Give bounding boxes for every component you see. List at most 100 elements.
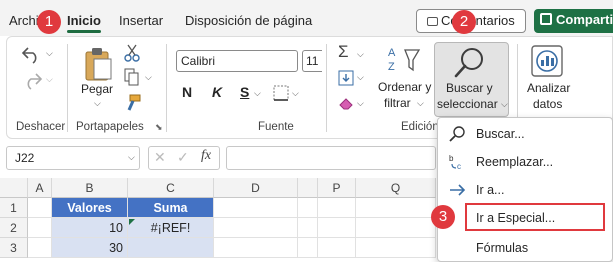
cell-a3[interactable]	[28, 238, 52, 258]
cell-d2[interactable]	[214, 218, 298, 238]
replace-icon: b c	[449, 154, 461, 171]
column-header-c[interactable]: C	[128, 178, 214, 198]
column-header-q[interactable]: Q	[356, 178, 436, 198]
analyze-data-label-line1[interactable]: Analizar	[527, 81, 570, 95]
column-header-p[interactable]: P	[318, 178, 356, 198]
svg-text:b: b	[449, 154, 454, 163]
fill-icon[interactable]	[338, 70, 354, 86]
autosum-dropdown-icon[interactable]: ⌵	[357, 49, 364, 60]
name-box[interactable]: J22	[6, 146, 140, 170]
menu-item-label: Fórmulas	[476, 241, 529, 255]
ribbon-separator	[67, 44, 68, 132]
menu-item-ir-a[interactable]: Ir a...	[438, 176, 613, 204]
formula-input[interactable]	[226, 146, 436, 170]
font-group-label: Fuente	[258, 121, 294, 133]
menu-item-reemplazar[interactable]: b c Reemplazar...	[438, 148, 613, 176]
name-box-dropdown-icon[interactable]: ⌵	[128, 152, 135, 163]
share-icon	[540, 13, 552, 25]
step-badge-3: 3	[431, 205, 455, 229]
find-select-menu: Buscar... b c Reemplazar... Ir a... Ir a…	[437, 117, 613, 262]
cell-c1[interactable]: Suma	[128, 198, 214, 218]
find-select-label-line2: seleccionar	[437, 97, 498, 111]
font-size-box[interactable]: 11	[302, 50, 322, 72]
error-indicator-icon	[129, 219, 135, 225]
fill-dropdown-icon[interactable]: ⌵	[357, 72, 364, 83]
svg-text:A: A	[388, 47, 396, 59]
undo-dropdown-icon[interactable]: ⌵	[46, 48, 53, 59]
paste-dropdown-icon[interactable]: ⌵	[94, 98, 101, 109]
menu-item-formulas[interactable]: Fórmulas	[438, 234, 613, 262]
analyze-data-icon[interactable]	[530, 44, 564, 78]
cell-b2[interactable]: 10	[52, 218, 128, 238]
cell-p3[interactable]	[318, 238, 356, 258]
redo-dropdown-icon[interactable]: ⌵	[46, 74, 53, 85]
underline-button[interactable]: S	[240, 84, 249, 100]
cell-p1[interactable]	[318, 198, 356, 218]
cell-a2[interactable]	[28, 218, 52, 238]
undo-icon[interactable]	[20, 44, 44, 64]
tab-inicio[interactable]: Inicio	[67, 13, 101, 28]
cut-icon[interactable]	[124, 44, 140, 62]
format-painter-icon[interactable]	[124, 94, 142, 112]
column-header-b[interactable]: B	[52, 178, 128, 198]
italic-button[interactable]: K	[212, 84, 222, 100]
sort-filter-dropdown-icon[interactable]: ⌵	[417, 98, 424, 109]
clear-icon[interactable]	[338, 96, 354, 110]
step-badge-1: 1	[37, 10, 61, 34]
insert-function-button[interactable]: fx	[201, 148, 211, 164]
menu-item-label: Ir a...	[476, 183, 505, 197]
sort-filter-label-line2[interactable]: filtrar	[384, 96, 411, 110]
cell-p2[interactable]	[318, 218, 356, 238]
cell-b3[interactable]: 30	[52, 238, 128, 258]
redo-icon[interactable]	[20, 70, 44, 90]
cell-hidden1[interactable]	[298, 198, 318, 218]
borders-icon[interactable]	[272, 84, 290, 102]
bold-button[interactable]: N	[182, 84, 192, 100]
paste-button-label[interactable]: Pegar	[81, 82, 113, 96]
clipboard-dialog-launcher-icon[interactable]: ⬊	[155, 122, 163, 133]
column-header-d[interactable]: D	[214, 178, 298, 198]
tab-disposicion-de-pagina[interactable]: Disposición de página	[185, 13, 312, 28]
cell-q3[interactable]	[356, 238, 436, 258]
cell-q1[interactable]	[356, 198, 436, 218]
cell-c2[interactable]: #¡REF!	[128, 218, 214, 238]
cell-d3[interactable]	[214, 238, 298, 258]
sort-filter-label-line1[interactable]: Ordenar y	[378, 80, 431, 94]
find-select-label-line1: Buscar y	[446, 81, 493, 95]
analyze-data-label-line2[interactable]: datos	[533, 97, 562, 111]
menu-item-buscar[interactable]: Buscar...	[438, 120, 613, 148]
autosum-icon[interactable]: Σ	[338, 42, 349, 62]
cell-b1[interactable]: Valores	[52, 198, 128, 218]
borders-dropdown-icon[interactable]: ⌵	[292, 88, 299, 99]
cancel-formula-icon[interactable]: ✕	[154, 149, 166, 166]
cell-q2[interactable]	[356, 218, 436, 238]
select-all-corner[interactable]	[0, 178, 28, 198]
clear-dropdown-icon[interactable]: ⌵	[357, 98, 364, 109]
column-header-a[interactable]: A	[28, 178, 52, 198]
cell-d1[interactable]	[214, 198, 298, 218]
cell-hidden2[interactable]	[298, 218, 318, 238]
ribbon-separator	[326, 44, 327, 132]
svg-text:c: c	[457, 162, 461, 171]
cell-a1[interactable]	[28, 198, 52, 218]
comment-icon	[427, 17, 438, 26]
share-button[interactable]: Compartir	[534, 9, 613, 33]
column-header-hidden[interactable]	[298, 178, 318, 198]
editing-group-label: Edición	[401, 121, 439, 133]
underline-dropdown-icon[interactable]: ⌵	[254, 88, 261, 99]
cell-c3[interactable]	[128, 238, 214, 258]
row-header-2[interactable]: 2	[0, 218, 28, 238]
row-header-3[interactable]: 3	[0, 238, 28, 258]
cell-hidden3[interactable]	[298, 238, 318, 258]
font-name-box[interactable]: Calibri	[176, 50, 298, 72]
ribbon-separator	[166, 44, 167, 132]
paste-icon[interactable]	[82, 46, 114, 82]
sort-filter-icon[interactable]: A Z	[387, 44, 421, 76]
menu-item-label: Reemplazar...	[476, 155, 554, 169]
active-tab-indicator	[67, 30, 101, 33]
row-header-1[interactable]: 1	[0, 198, 28, 218]
tab-insertar[interactable]: Insertar	[119, 13, 163, 28]
copy-dropdown-icon[interactable]: ⌵	[145, 72, 152, 83]
copy-icon[interactable]	[124, 68, 140, 86]
confirm-formula-icon[interactable]: ✓	[177, 149, 189, 166]
